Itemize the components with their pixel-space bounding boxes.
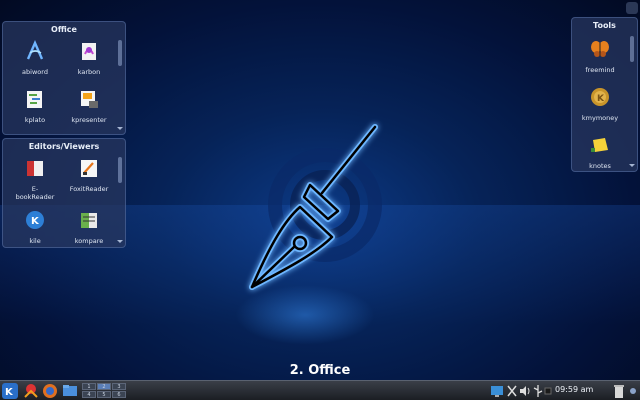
launcher-kompare[interactable]: kompare	[63, 209, 115, 245]
butterfly-icon	[591, 41, 609, 57]
pager-desktop-6[interactable]: 6	[112, 391, 126, 398]
pager-desktop-4[interactable]: 4	[82, 391, 96, 398]
launcher-kile[interactable]: K kile	[9, 209, 61, 245]
quick-launch-files[interactable]	[62, 383, 78, 399]
trash-icon	[614, 385, 624, 398]
pager-desktop-1[interactable]: 1	[82, 383, 96, 390]
editors-folderview-widget[interactable]: Editors/Viewers E- bookReader FoxitReade…	[2, 138, 126, 248]
device-icon	[544, 387, 552, 395]
launcher-ebookreader[interactable]: E- bookReader	[9, 157, 61, 201]
tray-usb[interactable]	[532, 383, 544, 399]
kompare-icon	[81, 213, 97, 228]
svg-text:K: K	[5, 387, 14, 398]
pager-desktop-3[interactable]: 3	[112, 383, 126, 390]
fountain-pen-icon	[249, 124, 382, 290]
activity-title: 2. Office	[289, 363, 351, 378]
clock[interactable]: 09:59 am	[555, 385, 593, 394]
file-manager-icon	[63, 385, 77, 396]
widget-title: Office	[51, 25, 77, 34]
taskbar: K 1 2 3 4 5 6 09:59 am	[0, 380, 640, 400]
pager-desktop-2[interactable]: 2	[97, 383, 111, 390]
tray-volume[interactable]	[518, 383, 532, 399]
launcher-kplato[interactable]: kplato	[9, 88, 61, 124]
money-icon: K	[591, 88, 609, 106]
launcher-knotes[interactable]: knotes	[574, 134, 626, 170]
widget-scrollbar[interactable]	[117, 155, 123, 243]
quick-launch-browser[interactable]	[42, 383, 58, 399]
karbon-icon	[82, 43, 96, 60]
tray-device[interactable]	[544, 383, 552, 399]
tools-folderview-widget[interactable]: Tools freemind K kmymoney knotes	[571, 17, 638, 172]
widget-scrollbar[interactable]	[117, 38, 123, 130]
kde-logo-icon: K	[2, 383, 18, 399]
kplato-icon	[27, 91, 42, 108]
launcher-karbon[interactable]: karbon	[63, 40, 115, 76]
browser-icon	[43, 384, 57, 398]
widget-title: Tools	[593, 21, 616, 30]
launcher-foxitreader[interactable]: FoxitReader	[63, 157, 115, 193]
launcher-freemind[interactable]: freemind	[574, 38, 626, 74]
tray-display[interactable]	[490, 383, 504, 399]
kile-icon: K	[26, 211, 44, 229]
launcher-kmymoney[interactable]: K kmymoney	[574, 86, 626, 122]
svg-text:K: K	[597, 94, 605, 104]
note-icon	[591, 138, 608, 152]
panel-config-icon	[630, 388, 636, 394]
tray-klipper[interactable]	[506, 383, 518, 399]
office-folderview-widget[interactable]: Office abiword karbon kplato kpresenter	[2, 21, 126, 135]
volume-icon	[520, 386, 530, 396]
launcher-kpresenter[interactable]: kpresenter	[63, 88, 115, 124]
launcher-abiword[interactable]: abiword	[9, 40, 61, 76]
kpresenter-icon	[81, 91, 98, 108]
desktop-toolbox-button[interactable]	[626, 2, 638, 14]
pager-desktop-5[interactable]: 5	[97, 391, 111, 398]
pager[interactable]: 1 2 3 4 5 6	[82, 383, 128, 399]
quick-launch-app[interactable]	[22, 383, 40, 399]
trash-applet[interactable]	[612, 383, 626, 399]
app-launcher-icon	[24, 384, 38, 398]
abiword-icon	[26, 40, 44, 60]
panel-toolbox[interactable]	[628, 383, 638, 399]
widget-scrollbar[interactable]	[629, 34, 635, 167]
scissors-icon	[507, 385, 517, 397]
svg-text:K: K	[31, 216, 40, 227]
kde-menu-button[interactable]: K	[2, 383, 18, 399]
foxit-reader-icon	[81, 160, 97, 177]
widget-title: Editors/Viewers	[28, 142, 100, 151]
usb-icon	[533, 385, 543, 397]
display-icon	[491, 386, 503, 397]
ebook-reader-icon	[27, 161, 43, 176]
